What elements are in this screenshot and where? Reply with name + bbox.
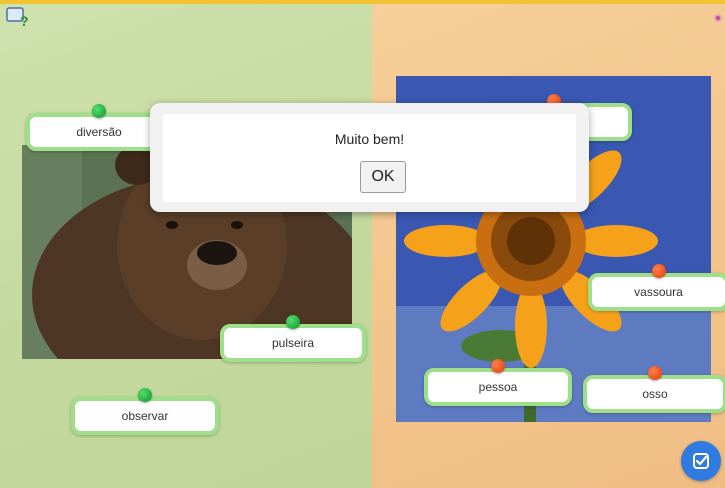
help-question-icon[interactable]: ? [6,6,30,29]
word-card-label: pulseira [271,336,315,350]
word-card-label: osso [642,387,668,401]
svg-text:?: ? [20,13,29,28]
puzzle-icon[interactable] [713,10,723,22]
check-answers-button[interactable] [681,441,721,481]
word-card-label: observar [121,409,169,423]
word-card-label: diversão [76,125,122,139]
word-card-vassoura[interactable]: vassoura [588,264,725,311]
check-icon [693,453,709,469]
dialog-body: Muito bem! OK [163,114,576,202]
green-pin-icon [286,315,300,329]
word-card-label: vassoura [634,285,683,299]
red-pin-icon [651,264,666,278]
ok-button[interactable]: OK [360,161,406,193]
green-pin-icon [138,388,152,402]
word-card-pessoa[interactable]: pessoa [424,359,572,406]
red-pin-icon [648,366,662,380]
red-pin-icon [491,359,505,373]
dialog-message: Muito bem! [334,131,405,147]
word-card-osso[interactable]: osso [583,366,725,413]
word-card-pulseira[interactable]: pulseira [220,315,366,362]
word-card-label: pessoa [478,380,518,394]
green-pin-icon [92,104,106,118]
success-dialog: Muito bem! OK [150,103,589,212]
word-card-observar[interactable]: observar [71,388,219,435]
